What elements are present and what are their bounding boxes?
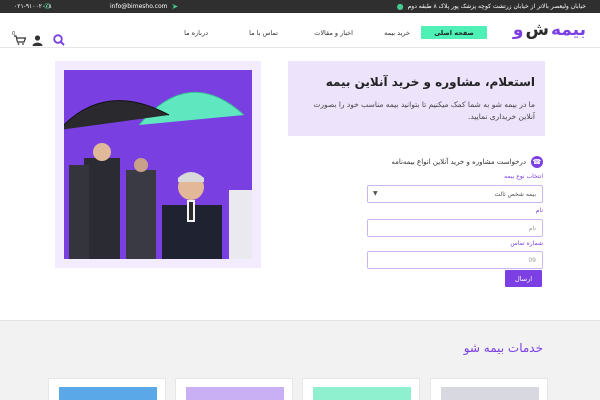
site-header: بیمه ش و صفحه اصلی خرید بیمه اخبار و مقا… (0, 13, 600, 48)
insurance-type-select[interactable]: بیمه شخص ثالث ▼ (367, 185, 543, 203)
service-card[interactable] (430, 378, 548, 400)
hero-section: استعلام، مشاوره و خرید آنلاین بیمه ما در… (0, 48, 600, 320)
nav-contact[interactable]: تماس با ما (249, 26, 278, 39)
nav-news-articles[interactable]: اخبار و مقالات (314, 26, 353, 39)
form-heading: ☎ درخواست مشاوره و خرید آنلاین انواع بیم… (391, 156, 543, 168)
user-icon[interactable] (32, 34, 43, 46)
header-icons: 0 (12, 31, 65, 46)
phone-label: شماره تماس (510, 240, 543, 247)
cart-icon[interactable]: 0 (12, 31, 27, 45)
cart-count-badge: 0 (12, 31, 16, 37)
service-card[interactable] (48, 378, 166, 400)
search-icon[interactable] (53, 34, 65, 46)
location-pin-icon: ● (396, 2, 404, 11)
name-field[interactable]: نام (367, 219, 543, 237)
hero-title: استعلام، مشاوره و خرید آنلاین بیمه (325, 75, 535, 89)
phone-text[interactable]: ۰۲۱-۹۱۰۰۲۰۰۸ (14, 3, 52, 10)
site-logo[interactable]: بیمه ش و (513, 19, 586, 41)
nav-buy-insurance[interactable]: خرید بیمه (384, 26, 410, 39)
insurance-type-value: بیمه شخص ثالث (494, 190, 536, 198)
chevron-down-icon: ▼ (373, 190, 378, 197)
address-item: ● خیابان ولیعصر بالاتر از خیابان زرتشت ک… (397, 0, 586, 13)
hero-image (64, 70, 252, 259)
service-card[interactable] (175, 378, 293, 400)
top-bar: ● خیابان ولیعصر بالاتر از خیابان زرتشت ک… (0, 0, 600, 13)
logo-part-3: و (512, 20, 524, 40)
submit-button[interactable]: ارسال (505, 270, 542, 287)
service-card[interactable] (302, 378, 420, 400)
send-icon: ➤ (171, 2, 179, 11)
phone-field[interactable]: 09 (367, 251, 543, 269)
insurance-type-label: انتخاب نوع بیمه (504, 173, 543, 180)
name-placeholder: نام (528, 224, 536, 232)
services-section: خدمات بیمه شو (0, 320, 600, 400)
nav-home-button[interactable]: صفحه اصلی (421, 26, 487, 39)
hero-title-box: استعلام، مشاوره و خرید آنلاین بیمه ما در… (288, 61, 545, 136)
email-text[interactable]: info@bimesho.com (110, 3, 167, 10)
nav-about[interactable]: درباره ما (184, 26, 208, 39)
form-heading-text: درخواست مشاوره و خرید آنلاین انواع بیمه‌… (391, 158, 526, 166)
hero-description: ما در بیمه شو به شما کمک میکنیم تا بتوان… (313, 100, 535, 121)
phone-number-item[interactable]: ۰۲۱-۹۱۰۰۲۰۰۸ (14, 0, 52, 13)
phone-placeholder: 09 (528, 256, 536, 264)
logo-part-2: ش (525, 20, 549, 40)
name-label: نام (535, 207, 543, 214)
logo-part-1: بیمه (550, 20, 586, 40)
email-item[interactable]: info@bimesho.com ➤ (110, 0, 178, 13)
support-icon: ☎ (531, 156, 543, 168)
address-text: خیابان ولیعصر بالاتر از خیابان زرتشت کوچ… (407, 3, 586, 10)
services-title: خدمات بیمه شو (463, 341, 543, 355)
